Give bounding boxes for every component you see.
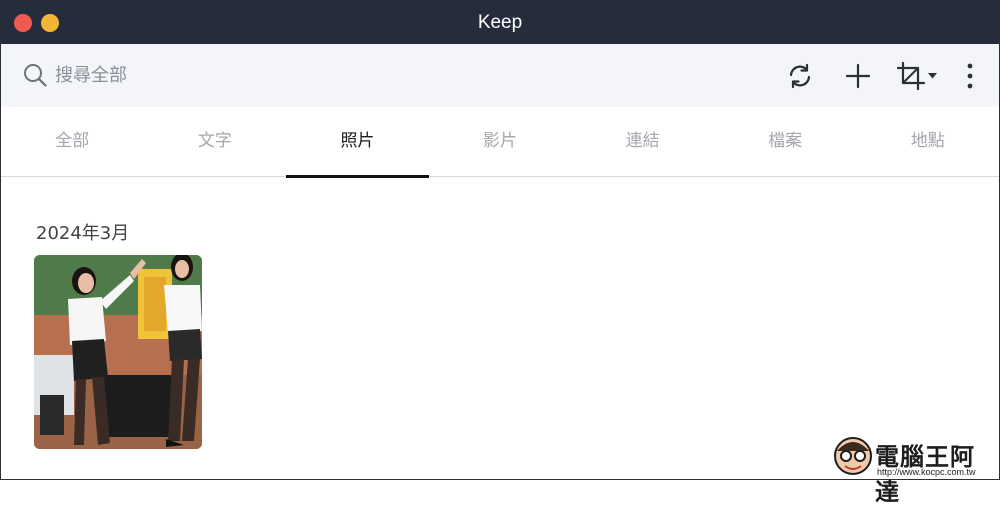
tab-videos[interactable]: 影片 xyxy=(429,107,572,176)
refresh-button[interactable] xyxy=(785,61,815,91)
crop-icon xyxy=(896,61,926,91)
capture-menu-button[interactable] xyxy=(893,61,939,91)
site-watermark: 電腦王阿達 http://www.kocpc.com.tw xyxy=(831,433,999,506)
mascot-logo xyxy=(833,435,873,481)
tab-text[interactable]: 文字 xyxy=(144,107,287,176)
section-date-heading: 2024年3月 xyxy=(36,223,130,244)
tab-photos[interactable]: 照片 xyxy=(286,107,429,178)
search-input[interactable] xyxy=(55,61,355,89)
add-icon xyxy=(845,63,871,89)
toolbar xyxy=(1,44,999,107)
tab-files[interactable]: 檔案 xyxy=(714,107,857,176)
watermark-url: http://www.kocpc.com.tw xyxy=(877,467,976,477)
tab-all[interactable]: 全部 xyxy=(1,107,144,176)
more-options-button[interactable] xyxy=(959,61,981,91)
app-window: Keep 搜尋全部 全部 文字 照片 影片 連結 檔案 地點 2024年3月 電… xyxy=(0,0,1000,506)
add-button[interactable] xyxy=(843,61,873,91)
photo-thumbnail[interactable] xyxy=(34,255,202,449)
category-tabs: 全部 文字 照片 影片 連結 檔案 地點 xyxy=(1,107,999,178)
window-title: Keep xyxy=(477,12,523,33)
more-vertical-icon xyxy=(967,63,973,89)
search-icon xyxy=(23,63,47,87)
title-bar: Keep xyxy=(1,1,999,44)
tab-links[interactable]: 連結 xyxy=(571,107,714,176)
refresh-icon xyxy=(786,62,814,90)
tab-locations[interactable]: 地點 xyxy=(856,107,999,176)
chevron-down-icon xyxy=(927,73,937,79)
